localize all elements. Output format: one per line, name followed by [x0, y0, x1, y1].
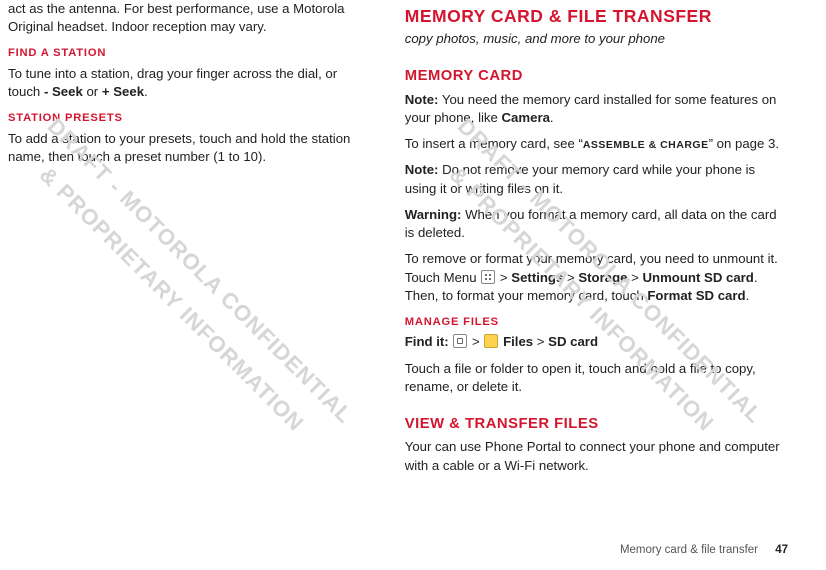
find-station-paragraph: To tune into a station, drag your finger… — [8, 65, 355, 101]
remove-format-paragraph: To remove or format your memory card, yo… — [405, 250, 788, 305]
view-body: Your can use Phone Portal to connect you… — [405, 438, 788, 474]
find-it-label: Find it: — [405, 334, 449, 349]
text: > — [563, 270, 578, 285]
menu-icon — [481, 270, 495, 284]
left-column: DRAFT - MOTOROLA CONFIDENTIAL & PROPRIET… — [8, 0, 365, 570]
manage-body: Touch a file or folder to open it, touch… — [405, 360, 788, 396]
storage-bold: Storage — [578, 270, 627, 285]
heading-station-presets: STATION PRESETS — [8, 111, 355, 126]
unmount-bold: Unmount SD card — [643, 270, 754, 285]
text: . — [550, 110, 554, 125]
text: > — [468, 334, 483, 349]
settings-bold: Settings — [511, 270, 563, 285]
assemble-charge: ASSEMBLE & CHARGE — [583, 139, 709, 151]
sdcard-bold: SD card — [548, 334, 598, 349]
text: ” on page 3. — [709, 136, 779, 151]
note-label: Note: — [405, 162, 439, 177]
text: . — [746, 288, 750, 303]
subtitle: copy photos, music, and more to your pho… — [405, 30, 788, 48]
heading-find-station: FIND A STATION — [8, 46, 355, 61]
heading-memory-transfer: MEMORY CARD & FILE TRANSFER — [405, 4, 788, 28]
warning-format: Warning: When you format a memory card, … — [405, 206, 788, 242]
format-bold: Format SD card — [647, 288, 745, 303]
page: DRAFT - MOTOROLA CONFIDENTIAL & PROPRIET… — [0, 0, 826, 570]
seek-minus: - Seek — [44, 84, 83, 99]
footer-section: Memory card & file transfer — [620, 544, 758, 556]
text: You need the memory card installed for s… — [405, 92, 777, 125]
warning-label: Warning: — [405, 207, 462, 222]
files-bold: Files — [499, 334, 533, 349]
text — [449, 334, 453, 349]
text: When you format a memory card, all data … — [405, 207, 777, 240]
heading-memory-card: MEMORY CARD — [405, 66, 788, 86]
right-column: DRAFT - MOTOROLA CONFIDENTIAL & PROPRIET… — [405, 0, 788, 570]
text: > — [533, 334, 548, 349]
text: > — [627, 270, 642, 285]
camera-bold: Camera — [502, 110, 550, 125]
antenna-paragraph: act as the antenna. For best performance… — [8, 0, 355, 36]
text: > — [496, 270, 511, 285]
footer-page-number: 47 — [775, 544, 788, 556]
text: Do not remove your memory card while you… — [405, 162, 755, 195]
launcher-icon — [453, 334, 467, 348]
heading-view-transfer: VIEW & TRANSFER FILES — [405, 414, 788, 434]
subtitle-em: copy photos, music, and more to your pho… — [405, 31, 665, 46]
seek-plus: + Seek — [102, 84, 144, 99]
footer: Memory card & file transfer 47 — [620, 544, 788, 556]
note-label: Note: — [405, 92, 439, 107]
find-it-line: Find it: > Files > SD card — [405, 333, 788, 351]
text: To insert a memory card, see “ — [405, 136, 583, 151]
presets-paragraph: To add a station to your presets, touch … — [8, 130, 355, 166]
heading-manage-files: MANAGE FILES — [405, 315, 788, 330]
text: . — [144, 84, 148, 99]
folder-icon — [484, 334, 498, 348]
note-camera: Note: You need the memory card installed… — [405, 91, 788, 127]
note-do-not-remove: Note: Do not remove your memory card whi… — [405, 161, 788, 197]
text: or — [83, 84, 102, 99]
insert-card-paragraph: To insert a memory card, see “ASSEMBLE &… — [405, 135, 788, 153]
